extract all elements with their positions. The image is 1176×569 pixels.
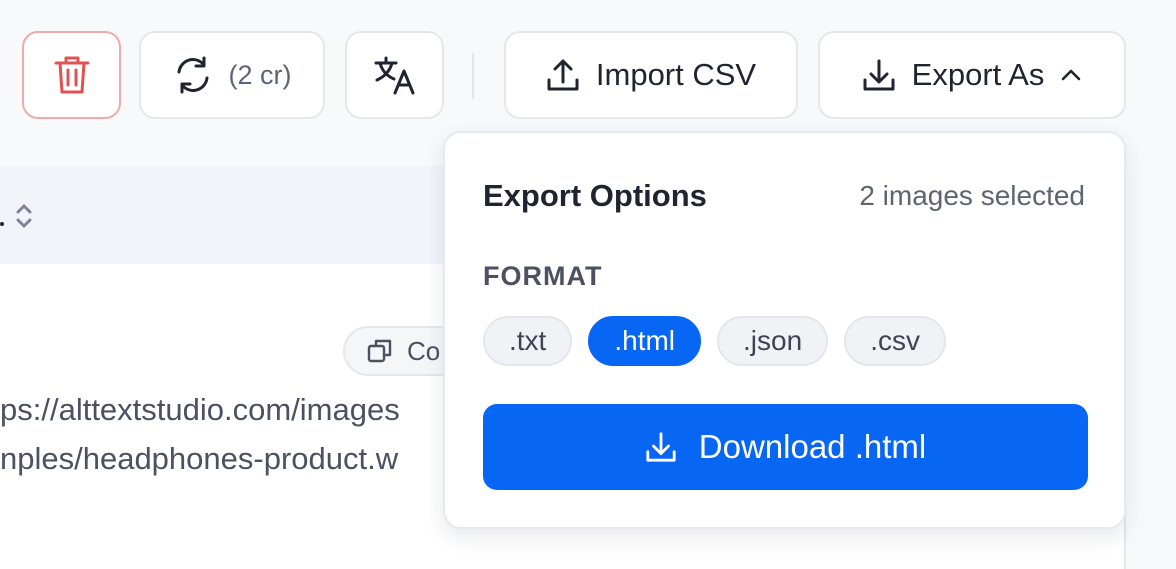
- image-url-line-1: ps://alttextstudio.com/images: [0, 392, 400, 427]
- selection-count: 2 images selected: [859, 180, 1085, 211]
- upload-icon: [546, 58, 580, 92]
- copy-icon: [367, 338, 393, 364]
- format-option-txt[interactable]: .txt: [483, 316, 573, 366]
- download-button[interactable]: Download .html: [483, 404, 1088, 490]
- copy-label: Co: [407, 335, 441, 366]
- translate-icon: [373, 55, 417, 95]
- trash-icon: [54, 55, 90, 95]
- export-as-button[interactable]: Export As: [818, 31, 1126, 119]
- sort-icon[interactable]: [13, 201, 35, 231]
- import-csv-label: Import CSV: [595, 57, 757, 92]
- format-label: FORMAT: [483, 261, 603, 291]
- translate-button[interactable]: [345, 31, 444, 119]
- chevron-up-icon: [1060, 68, 1082, 82]
- format-option-html[interactable]: .html: [588, 316, 702, 366]
- refresh-icon: [173, 55, 213, 95]
- column-header-fragment: [0, 222, 4, 226]
- export-options-title: Export Options: [483, 178, 707, 213]
- import-csv-button[interactable]: Import CSV: [504, 31, 798, 119]
- delete-button[interactable]: [22, 31, 121, 119]
- download-icon: [862, 58, 896, 92]
- format-option-json[interactable]: .json: [717, 316, 829, 366]
- download-label: Download .html: [698, 428, 927, 465]
- image-url-line-2: nples/headphones-product.w: [0, 441, 399, 476]
- download-icon: [645, 431, 677, 463]
- toolbar-divider: [472, 53, 474, 99]
- export-options-dropdown: Export Options 2 images selected FORMAT …: [443, 131, 1126, 529]
- refresh-button[interactable]: (2 cr): [139, 31, 325, 119]
- format-option-csv[interactable]: .csv: [844, 316, 946, 366]
- export-as-label: Export As: [911, 57, 1045, 92]
- refresh-credit-label: (2 cr): [228, 59, 292, 90]
- format-options: .txt .html .json .csv: [483, 316, 946, 366]
